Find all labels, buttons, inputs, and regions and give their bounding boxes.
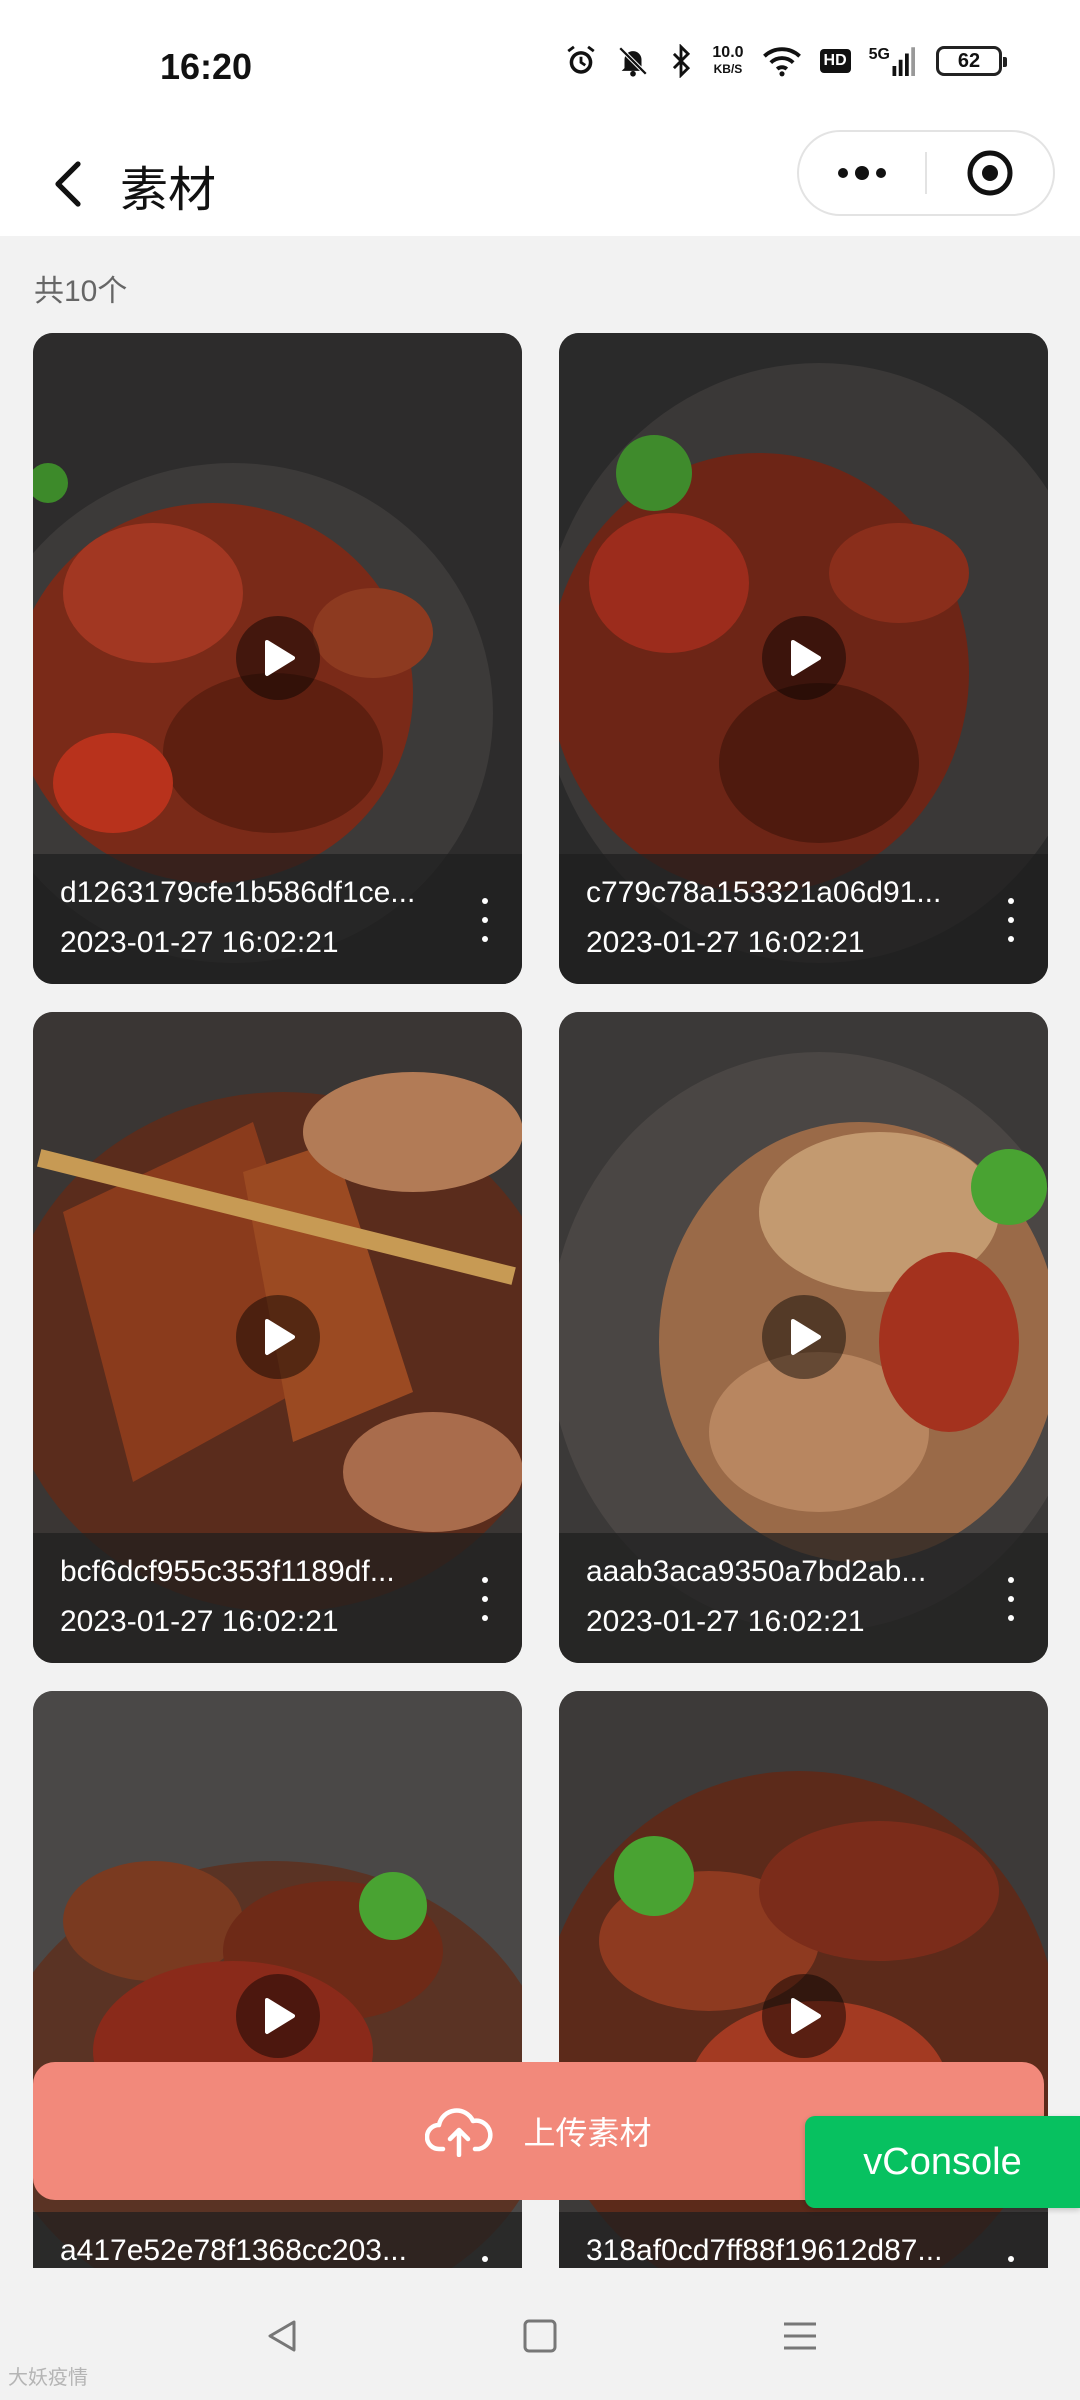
file-name: aaab3aca9350a7bd2ab...: [586, 1555, 927, 1588]
wifi-icon: [762, 47, 801, 77]
system-nav-bar: 大妖疫情: [0, 2268, 1080, 2400]
nav-home-icon: [523, 2319, 557, 2353]
file-name: 318af0cd7ff88f19612d87...: [586, 2234, 943, 2267]
material-count: 共10个: [34, 275, 128, 308]
play-icon: [790, 1319, 821, 1355]
file-name: a417e52e78f1368cc203...: [60, 2234, 407, 2267]
close-program-button[interactable]: [927, 132, 1053, 214]
status-bar: 16:20 10.0 KB/S HD 5G 62: [0, 0, 1080, 130]
mini-program-capsule: [797, 130, 1055, 216]
play-icon: [264, 1998, 295, 2034]
more-dots-icon: [838, 166, 886, 180]
play-icon: [790, 640, 821, 676]
battery-indicator: 62: [936, 46, 1007, 76]
card-more-button[interactable]: [996, 898, 1026, 942]
card-more-button[interactable]: [996, 1577, 1026, 1621]
chevron-left-icon: [55, 161, 81, 207]
more-button[interactable]: [799, 132, 925, 214]
play-button[interactable]: [235, 1295, 320, 1379]
vconsole-button[interactable]: vConsole: [805, 2116, 1080, 2208]
play-icon: [264, 1319, 295, 1355]
cloud-upload-icon: [425, 2108, 493, 2157]
play-button[interactable]: [235, 616, 320, 700]
play-button[interactable]: [235, 1974, 320, 2058]
nav-home-button[interactable]: [510, 2306, 570, 2366]
material-card[interactable]: a417e52e78f1368cc203...: [33, 1691, 522, 2342]
nav-menu-icon: [784, 2322, 816, 2350]
card-more-button[interactable]: [470, 898, 500, 942]
header: 素材: [0, 130, 1080, 236]
net-speed-unit: KB/S: [713, 62, 743, 76]
card-more-button[interactable]: [470, 1577, 500, 1621]
file-name: bcf6dcf955c353f1189df...: [60, 1555, 395, 1588]
play-icon: [264, 640, 295, 676]
signal: 5G: [869, 46, 918, 76]
play-button[interactable]: [761, 1295, 846, 1379]
nav-back-icon: [268, 2320, 296, 2352]
play-button[interactable]: [761, 616, 846, 700]
file-date: 2023-01-27 16:02:21: [60, 1605, 339, 1638]
material-card[interactable]: 318af0cd7ff88f19612d87...: [559, 1691, 1048, 2342]
file-date: 2023-01-27 16:02:21: [586, 926, 865, 959]
file-name: d1263179cfe1b586df1ce...: [60, 876, 416, 909]
target-icon: [967, 150, 1013, 196]
file-date: 2023-01-27 16:02:21: [60, 926, 339, 959]
card-meta: bcf6dcf955c353f1189df... 2023-01-27 16:0…: [33, 1533, 522, 1663]
file-date: 2023-01-27 16:02:21: [586, 1605, 865, 1638]
play-button[interactable]: [761, 1974, 846, 2058]
net-speed-value: 10.0: [712, 44, 744, 61]
signal-icon: [892, 47, 915, 76]
status-time: 16:20: [160, 46, 253, 87]
upload-label: 上传素材: [523, 2115, 652, 2151]
net-speed: 10.0 KB/S: [712, 44, 743, 78]
play-icon: [790, 1998, 821, 2034]
alarm-icon: [567, 45, 596, 74]
material-card[interactable]: c779c78a153321a06d91... 2023-01-27 16:02…: [559, 333, 1048, 984]
watermark: 大妖疫情: [8, 2367, 88, 2389]
nav-back-button[interactable]: [252, 2306, 312, 2366]
back-button[interactable]: [30, 146, 106, 222]
card-meta: c779c78a153321a06d91... 2023-01-27 16:02…: [559, 854, 1048, 984]
nav-menu-button[interactable]: [770, 2306, 830, 2366]
page-title: 素材: [120, 164, 217, 217]
material-card[interactable]: d1263179cfe1b586df1ce... 2023-01-27 16:0…: [33, 333, 522, 984]
status-icons: 10.0 KB/S HD 5G 62: [564, 44, 1007, 78]
card-meta: d1263179cfe1b586df1ce... 2023-01-27 16:0…: [33, 854, 522, 984]
network-label: 5G: [868, 46, 890, 63]
card-meta: aaab3aca9350a7bd2ab... 2023-01-27 16:02:…: [559, 1533, 1048, 1663]
bluetooth-icon: [673, 44, 691, 78]
material-card[interactable]: aaab3aca9350a7bd2ab... 2023-01-27 16:02:…: [559, 1012, 1048, 1663]
material-card[interactable]: bcf6dcf955c353f1189df... 2023-01-27 16:0…: [33, 1012, 522, 1663]
mute-icon: [619, 46, 648, 77]
hd-badge: HD: [819, 49, 851, 73]
file-name: c779c78a153321a06d91...: [586, 876, 942, 909]
